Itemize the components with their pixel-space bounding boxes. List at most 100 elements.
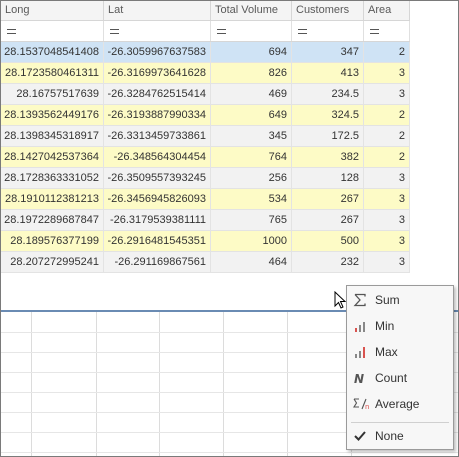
cell-long[interactable]: 28.189576377199 (1, 231, 104, 252)
menu-item-label: Min (375, 319, 395, 333)
cell-area[interactable]: 3 (364, 231, 410, 252)
table-row[interactable]: 28.189576377199 -26.2916481545351 1000 5… (1, 231, 410, 252)
cell-customers[interactable]: 267 (292, 189, 364, 210)
cell-long[interactable]: 28.1972289687847 (1, 210, 104, 231)
cell-total-volume[interactable]: 1000 (211, 231, 292, 252)
count-n-icon: N (354, 372, 364, 385)
column-header-long[interactable]: Long (1, 1, 104, 20)
cell-area[interactable]: 2 (364, 105, 410, 126)
equals-filter-icon[interactable] (7, 29, 16, 34)
filter-cell-customers[interactable] (292, 21, 364, 41)
filter-cell-total-volume[interactable] (211, 21, 292, 41)
grid-line (1, 452, 458, 453)
cell-area[interactable]: 3 (364, 84, 410, 105)
average-icon: n (353, 398, 369, 411)
table-row[interactable]: 28.16757517639 -26.3284762515414 469 234… (1, 84, 410, 105)
table-row[interactable]: 28.1398345318917 -26.3313459733861 345 1… (1, 126, 410, 147)
cell-area[interactable]: 3 (364, 63, 410, 84)
equals-filter-icon[interactable] (370, 29, 379, 34)
equals-filter-icon[interactable] (298, 29, 307, 34)
table-row[interactable]: 28.1972289687847 -26.3179539381111 765 2… (1, 210, 410, 231)
cell-total-volume[interactable]: 464 (211, 252, 292, 273)
cell-long[interactable]: 28.1393562449176 (1, 105, 104, 126)
cell-customers[interactable]: 128 (292, 168, 364, 189)
cell-customers[interactable]: 413 (292, 63, 364, 84)
cell-lat[interactable]: -26.3193887990334 (104, 105, 211, 126)
equals-filter-icon[interactable] (217, 29, 226, 34)
cell-lat[interactable]: -26.3313459733861 (104, 126, 211, 147)
cell-total-volume[interactable]: 764 (211, 147, 292, 168)
app-window: Long Lat Total Volume Customers Area 28.… (0, 0, 459, 457)
cell-area[interactable]: 2 (364, 42, 410, 63)
cell-customers[interactable]: 232 (292, 252, 364, 273)
cell-total-volume[interactable]: 256 (211, 168, 292, 189)
cell-lat[interactable]: -26.3456945826093 (104, 189, 211, 210)
cell-total-volume[interactable]: 826 (211, 63, 292, 84)
cell-area[interactable]: 3 (364, 252, 410, 273)
cell-long[interactable]: 28.1537048541408 (1, 42, 104, 63)
menu-item-label: Sum (375, 293, 400, 307)
grid-line (159, 312, 160, 456)
filter-cell-long[interactable] (1, 21, 104, 41)
cell-customers[interactable]: 234.5 (292, 84, 364, 105)
cell-long[interactable]: 28.207272995241 (1, 252, 104, 273)
menu-item-min[interactable]: Min (347, 314, 453, 338)
cell-area[interactable]: 3 (364, 189, 410, 210)
cell-long[interactable]: 28.1728363331052 (1, 168, 104, 189)
column-header-total-volume[interactable]: Total Volume (211, 1, 292, 20)
cell-lat[interactable]: -26.3179539381111 (104, 210, 211, 231)
cell-customers[interactable]: 500 (292, 231, 364, 252)
cell-customers[interactable]: 267 (292, 210, 364, 231)
grid-line (31, 312, 32, 456)
menu-item-count[interactable]: N Count (347, 366, 453, 390)
cell-lat[interactable]: -26.348564304454 (104, 147, 211, 168)
cell-total-volume[interactable]: 469 (211, 84, 292, 105)
menu-item-average[interactable]: n Average (347, 392, 453, 416)
cell-long[interactable]: 28.1723580461311 (1, 63, 104, 84)
cell-total-volume[interactable]: 765 (211, 210, 292, 231)
cell-lat[interactable]: -26.3284762515414 (104, 84, 211, 105)
check-icon (354, 431, 366, 441)
cell-long[interactable]: 28.1398345318917 (1, 126, 104, 147)
cell-area[interactable]: 2 (364, 147, 410, 168)
column-header-lat[interactable]: Lat (104, 1, 211, 20)
cell-total-volume[interactable]: 534 (211, 189, 292, 210)
svg-text:N: N (354, 372, 364, 385)
menu-item-none[interactable]: None (347, 424, 453, 448)
cell-area[interactable]: 2 (364, 126, 410, 147)
cell-long[interactable]: 28.1910112381213 (1, 189, 104, 210)
table-row[interactable]: 28.1728363331052 -26.3509557393245 256 1… (1, 168, 410, 189)
column-header-area[interactable]: Area (364, 1, 410, 20)
equals-filter-icon[interactable] (110, 29, 119, 34)
cell-total-volume[interactable]: 694 (211, 42, 292, 63)
cell-customers[interactable]: 324.5 (292, 105, 364, 126)
table-row[interactable]: 28.1393562449176 -26.3193887990334 649 3… (1, 105, 410, 126)
menu-item-sum[interactable]: Sum (347, 288, 453, 312)
column-header-customers[interactable]: Customers (292, 1, 364, 20)
table-row[interactable]: 28.207272995241 -26.291169867561 464 232… (1, 252, 410, 273)
filter-cell-lat[interactable] (104, 21, 211, 41)
menu-item-max[interactable]: Max (347, 340, 453, 364)
cell-area[interactable]: 3 (364, 210, 410, 231)
filter-cell-area[interactable] (364, 21, 410, 41)
table-row[interactable]: 28.1537048541408 -26.3059967637583 694 3… (1, 42, 410, 63)
data-grid: Long Lat Total Volume Customers Area 28.… (1, 1, 410, 273)
table-row[interactable]: 28.1427042537364 -26.348564304454 764 38… (1, 147, 410, 168)
cell-lat[interactable]: -26.3509557393245 (104, 168, 211, 189)
cell-lat[interactable]: -26.2916481545351 (104, 231, 211, 252)
table-row[interactable]: 28.1910112381213 -26.3456945826093 534 2… (1, 189, 410, 210)
cell-lat[interactable]: -26.3059967637583 (104, 42, 211, 63)
cell-area[interactable]: 3 (364, 168, 410, 189)
grid-line (223, 312, 224, 456)
cell-total-volume[interactable]: 649 (211, 105, 292, 126)
cell-lat[interactable]: -26.3169973641628 (104, 63, 211, 84)
cell-long[interactable]: 28.1427042537364 (1, 147, 104, 168)
cell-lat[interactable]: -26.291169867561 (104, 252, 211, 273)
summary-context-menu: Sum Min Max N Count n Average None (346, 285, 454, 450)
cell-customers[interactable]: 172.5 (292, 126, 364, 147)
cell-customers[interactable]: 347 (292, 42, 364, 63)
cell-total-volume[interactable]: 345 (211, 126, 292, 147)
cell-customers[interactable]: 382 (292, 147, 364, 168)
cell-long[interactable]: 28.16757517639 (1, 84, 104, 105)
table-row[interactable]: 28.1723580461311 -26.3169973641628 826 4… (1, 63, 410, 84)
